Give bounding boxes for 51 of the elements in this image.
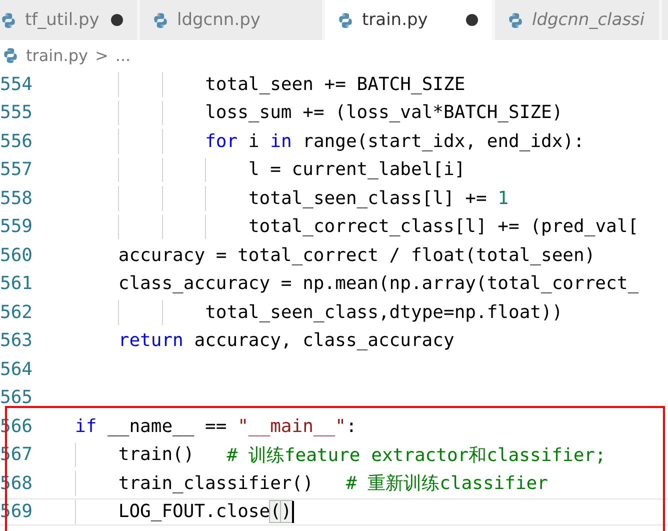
- code-comment: # 训练feature extractor和classifier;: [226, 444, 606, 467]
- code-text: total_correct_class[l] += (pred_val[: [248, 216, 639, 238]
- bracket: (: [270, 501, 281, 522]
- python-icon: [507, 12, 524, 28]
- line-number: 558: [0, 188, 34, 209]
- code-text: total_seen += BATCH_SIZE: [205, 74, 466, 95]
- text-cursor: [292, 500, 294, 523]
- line-number: 557: [0, 159, 34, 180]
- code-keyword: in: [270, 130, 292, 152]
- code-text: class_accuracy = np.mean(np.array(total_correct_: [118, 273, 639, 294]
- line-number: 564: [0, 358, 34, 380]
- code-text: total_seen_class,dtype=np.float)): [205, 302, 563, 323]
- code-text: __name__ ==: [106, 416, 228, 437]
- line-number: 562: [0, 302, 34, 323]
- python-icon: [337, 12, 354, 28]
- breadcrumb-separator: >: [94, 46, 108, 64]
- code-text: accuracy = total_correct / float(total_seen): [118, 244, 596, 266]
- code-text: i: [247, 130, 260, 152]
- code-text: train(): [118, 444, 196, 466]
- line-number: 554: [0, 74, 34, 95]
- code-text: accuracy, class_accuracy: [193, 330, 454, 352]
- line-number: 559: [0, 216, 34, 238]
- code-text: loss_sum += (loss_val*BATCH_SIZE): [205, 102, 563, 124]
- code-number: 1: [498, 188, 509, 209]
- code-string: "__main__": [238, 416, 346, 437]
- line-number: 556: [0, 130, 34, 152]
- code-keyword: if: [75, 416, 97, 437]
- python-icon: [2, 46, 19, 64]
- code-text: train_classifier(): [118, 472, 314, 494]
- code-text: :: [346, 416, 357, 437]
- code-keyword: for: [205, 130, 238, 152]
- line-number: 555: [0, 102, 34, 124]
- code-text: l = current_label[i]: [248, 159, 466, 180]
- editor-tab[interactable]: train.py: [325, 0, 495, 40]
- bracket: ): [280, 501, 292, 522]
- editor-tab[interactable]: tf_util.py: [0, 0, 140, 40]
- line-number: 561: [0, 273, 34, 294]
- line-number: 560: [0, 244, 34, 266]
- code-text: range(start_idx, end_idx):: [302, 130, 584, 152]
- python-icon: [152, 12, 169, 28]
- unsaved-dot-icon[interactable]: [466, 14, 478, 26]
- code-comment: # 重新训练classifier: [346, 472, 548, 496]
- line-number: 563: [0, 330, 34, 352]
- unsaved-dot-icon[interactable]: [111, 14, 123, 26]
- python-icon: [0, 12, 17, 28]
- code-text: LOG_FOUT.close: [118, 501, 270, 522]
- line-number: 565: [0, 387, 34, 408]
- code-keyword: return: [118, 330, 184, 352]
- breadcrumb-item[interactable]: ...: [115, 46, 131, 64]
- code-text: total_seen_class[l] +=: [248, 188, 488, 209]
- breadcrumb-item[interactable]: train.py: [26, 46, 88, 64]
